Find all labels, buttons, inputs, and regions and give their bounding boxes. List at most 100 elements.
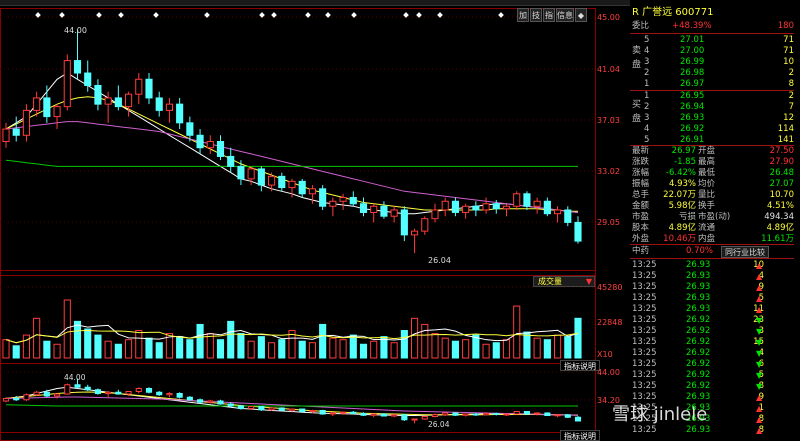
indicator-bar — [197, 399, 204, 403]
tick-row: 13:25 26.92 5 — [632, 370, 764, 380]
event-diamond-icon[interactable] — [403, 12, 409, 18]
tick-row: 13:25 26.93 5 — [632, 293, 764, 303]
event-diamond-icon[interactable] — [59, 12, 65, 18]
indicator-bar — [2, 398, 10, 402]
volume-bar — [462, 339, 470, 359]
event-diamond-icon[interactable] — [35, 12, 41, 18]
arrow-up-icon: ▲ — [756, 283, 763, 292]
ma-line — [5, 121, 579, 213]
volume-bar — [513, 305, 521, 359]
sell-level-row: 2 26.98 2 — [644, 68, 794, 78]
indicator-bar — [513, 411, 520, 415]
event-diamond-icon[interactable] — [118, 12, 124, 18]
indicator-bar — [554, 414, 561, 417]
indicator-bar — [94, 389, 101, 394]
candle-body — [441, 200, 449, 211]
indicator-bar — [217, 400, 224, 405]
candle-body — [186, 122, 194, 136]
event-diamond-icon[interactable] — [305, 12, 311, 18]
arrow-down-icon: ▼ — [756, 382, 763, 391]
arrow-down-icon: ▼ — [756, 327, 763, 336]
volume-bar — [114, 343, 122, 359]
volume-bar — [400, 330, 408, 359]
arrow-up-icon: ▲ — [756, 272, 763, 281]
event-diamond-icon[interactable] — [204, 12, 210, 18]
stock-title: R 广誉远 600771 — [632, 7, 714, 18]
indicator-bar — [391, 414, 398, 417]
high-annotation: 44.00 — [64, 26, 87, 35]
low-annotation: 26.04 — [428, 256, 451, 265]
toolbar-indicator-button[interactable]: 指 — [543, 8, 555, 22]
volume-bar — [574, 317, 582, 359]
event-markers — [0, 12, 596, 21]
event-diamond-icon[interactable] — [96, 12, 102, 18]
indicator-bar — [74, 384, 81, 388]
indicator-bar — [472, 413, 479, 416]
volume-bar — [237, 333, 245, 359]
candle-body — [2, 128, 10, 143]
sector-compare-button[interactable]: 同行业比较 — [721, 246, 769, 258]
event-diamond-icon[interactable] — [416, 12, 422, 18]
weibi-row: 委比 +48.39% 180 — [632, 21, 794, 31]
volume-bar — [145, 337, 153, 359]
indicator-bar — [431, 414, 439, 417]
stat-row: 涨跌 -1.85 最高 27.90 — [632, 157, 794, 167]
event-diamond-icon[interactable] — [153, 12, 159, 18]
stat-row: 市盈 亏损 市盈(动) 494.34 — [632, 212, 794, 222]
volume-bar — [390, 342, 398, 359]
candle-body — [359, 203, 368, 213]
volume-bar — [84, 328, 92, 359]
candle-body — [513, 193, 521, 207]
volume-bar — [472, 334, 480, 359]
event-diamond-icon[interactable] — [325, 12, 331, 18]
indicator-bar — [493, 413, 500, 415]
candle-body — [421, 218, 429, 232]
volume-bar — [125, 339, 133, 359]
event-diamond-icon[interactable] — [271, 12, 277, 18]
toolbar-tech-button[interactable]: 技 — [530, 8, 542, 22]
volume-bar — [257, 336, 265, 359]
indicator-bar — [166, 393, 173, 396]
volume-axis-label: X10 — [597, 350, 613, 359]
buy-level-row: 5 26.91 141 — [644, 135, 794, 145]
indicator-help-button[interactable]: 指标说明 — [560, 430, 600, 441]
indicator-bar — [401, 414, 408, 421]
toolbar-more-button[interactable]: ◆ — [575, 8, 587, 22]
tick-row: 13:25 26.93 8 — [632, 425, 764, 435]
candle-body — [329, 200, 337, 207]
candle-body — [431, 209, 439, 220]
toolbar-add-button[interactable]: 加 — [517, 8, 529, 22]
divider — [630, 33, 794, 34]
ind-high-annotation: 44.00 — [64, 373, 86, 382]
ind-low-annotation: 26.04 — [428, 420, 450, 429]
indicator-bar — [544, 412, 551, 416]
stat-row: 股本 4.89亿 流通 4.89亿 — [632, 223, 794, 233]
indicator-bar — [299, 408, 306, 412]
indicator-bar — [207, 400, 214, 403]
chevron-down-icon: ▼ — [585, 277, 592, 286]
indicator-bar — [380, 413, 387, 417]
indicator-bar — [258, 406, 265, 411]
kline-chart[interactable] — [0, 0, 596, 441]
indicator-bar — [268, 407, 275, 411]
indicator-help-button[interactable]: 指标说明 — [560, 360, 600, 371]
candle-body — [543, 200, 551, 215]
indicator-bar — [442, 412, 449, 416]
event-diamond-icon[interactable] — [437, 12, 443, 18]
sell-level-row: 4 27.00 71 — [644, 46, 794, 56]
volume-selector[interactable]: 成交量 ▼ — [533, 276, 595, 287]
toolbar-info-button[interactable]: 信息 — [556, 8, 574, 22]
event-diamond-icon[interactable] — [351, 12, 357, 18]
candle-body — [451, 200, 459, 213]
indicator-bar — [462, 413, 469, 416]
stat-row: 总手 22.07万 量比 10.70 — [632, 190, 794, 200]
volume-bar — [298, 340, 306, 359]
volume-bar — [319, 323, 327, 359]
event-diamond-icon[interactable] — [498, 12, 504, 18]
volume-bar — [492, 342, 500, 359]
event-diamond-icon[interactable] — [259, 12, 265, 18]
volume-bar — [43, 340, 51, 359]
volume-bar — [431, 333, 439, 359]
volume-axis-label: 45280 — [597, 283, 623, 292]
stat-row: 外盘 10.46万 内盘 11.61万 — [632, 234, 794, 244]
